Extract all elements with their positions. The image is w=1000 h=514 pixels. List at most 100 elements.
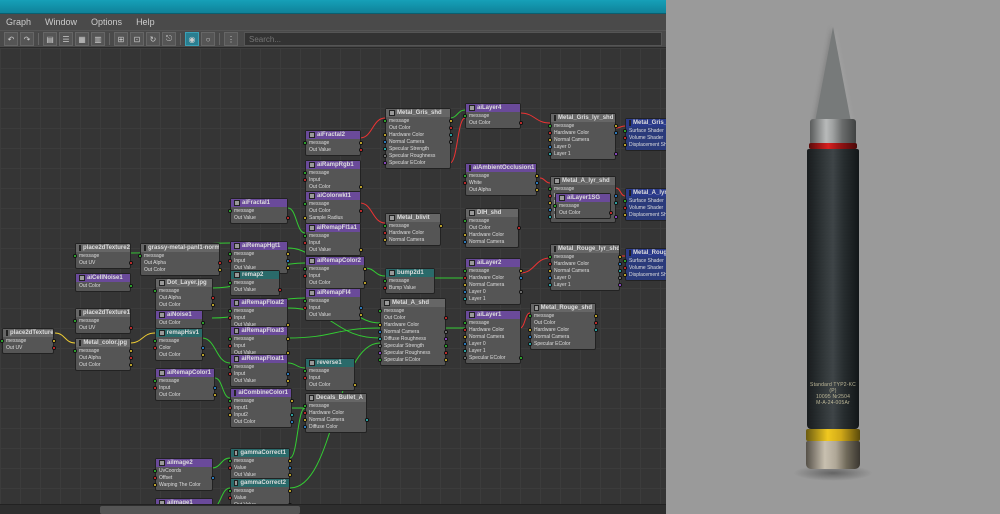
node-attribute[interactable]: Volume Shader [626, 205, 666, 212]
node-port[interactable] [378, 309, 382, 313]
node-attribute[interactable]: Hardware Color [466, 327, 520, 334]
node-aiimage1[interactable]: aiImage1UvCoordsOffsetWarping The Color [155, 498, 213, 504]
node-graph-canvas[interactable]: place2dTexture5messageOut UVplace2dTextu… [0, 48, 666, 504]
node-attribute[interactable]: Hardware Color [466, 232, 518, 239]
node-airemapfloat1[interactable]: aiRemapFloat1messageInputOut Value [230, 354, 288, 387]
node-attribute[interactable]: Hardware Color [551, 130, 615, 137]
node-port[interactable] [535, 181, 539, 185]
node-attribute[interactable]: message [551, 254, 619, 261]
node-attribute[interactable]: Layer 1 [466, 296, 520, 303]
node-attribute[interactable]: message [306, 266, 364, 273]
node-port[interactable] [153, 339, 157, 343]
node-port[interactable] [359, 209, 363, 213]
node-port[interactable] [211, 296, 215, 300]
node-port[interactable] [614, 152, 618, 156]
node-ailayer1[interactable]: aiLayer1messageHardware ColorNormal Came… [465, 310, 521, 364]
node-port[interactable] [153, 386, 157, 390]
node-place2dtexture2[interactable]: place2dTexture2messageOut UV [75, 243, 131, 269]
node-port[interactable] [303, 306, 307, 310]
node-attribute[interactable]: Out Color [306, 280, 364, 287]
node-attribute[interactable]: Specular Roughness [381, 350, 445, 357]
node-attribute[interactable]: Out Alpha [141, 260, 219, 267]
menu-graph[interactable]: Graph [6, 17, 31, 27]
node-header[interactable]: aiRemapFloat2 [231, 299, 287, 307]
node-attribute[interactable]: Hardware Color [386, 132, 450, 139]
toolbar-button[interactable]: ▤ [43, 32, 57, 46]
node-header[interactable]: reverse1 [306, 359, 354, 367]
node-header[interactable]: Decals_Bullet_A [306, 394, 366, 402]
node-port[interactable] [528, 328, 532, 332]
node-metal-gris-shd[interactable]: Metal_Gris_shdmessageOut ColorHardware C… [385, 108, 451, 169]
node-attribute[interactable]: message [306, 140, 360, 147]
node-port[interactable] [444, 330, 448, 334]
node-port[interactable] [548, 138, 552, 142]
node-port[interactable] [288, 503, 292, 504]
node-attribute[interactable]: Value [231, 495, 289, 502]
node-attribute[interactable]: Hardware Color [531, 327, 595, 334]
node-attribute[interactable]: message [231, 308, 287, 315]
node-port[interactable] [548, 194, 552, 198]
node-port[interactable] [129, 261, 133, 265]
node-port[interactable] [444, 351, 448, 355]
node-header[interactable]: remap2 [231, 271, 279, 279]
node-port[interactable] [153, 289, 157, 293]
node-attribute[interactable]: Displacement Shader [626, 142, 666, 149]
node-attribute[interactable]: Volume Shader [626, 135, 666, 142]
node-grassy-metal-panl1-normal-jpg[interactable]: grassy-metal-panl1-normal.jpgmessageOut … [140, 243, 220, 276]
node-port[interactable] [153, 483, 157, 487]
node-attribute[interactable]: Color [156, 345, 202, 352]
node-attribute[interactable]: Out UV [76, 325, 130, 332]
node-port[interactable] [548, 152, 552, 156]
toolbar-button[interactable]: ⎋ [162, 32, 176, 46]
node-port[interactable] [228, 372, 232, 376]
node-remaphsv1[interactable]: remapHsv1messageColorOut Color [155, 328, 203, 361]
node-header[interactable]: aiRemapFloat3 [231, 327, 287, 335]
node-attribute[interactable]: message [231, 251, 287, 258]
node-header[interactable]: bump2d1 [386, 269, 434, 277]
node-aiambientocclusion1[interactable]: aiAmbientOcclusion1messageWhiteOut Alpha [465, 163, 537, 196]
node-attribute[interactable]: Out Color [381, 315, 445, 322]
toolbar-button[interactable]: ↶ [4, 32, 18, 46]
node-ailayer1sg[interactable]: aiLayer1SGmessageOut Color [555, 193, 611, 219]
node-port[interactable] [618, 276, 622, 280]
node-port[interactable] [519, 269, 523, 273]
node-attribute[interactable]: message [551, 186, 615, 193]
toolbar-button[interactable]: ▥ [91, 32, 105, 46]
node-port[interactable] [228, 399, 232, 403]
node-port[interactable] [363, 267, 367, 271]
node-attribute[interactable]: Normal Camera [466, 239, 518, 246]
node-port[interactable] [548, 255, 552, 259]
window-titlebar[interactable] [0, 0, 666, 14]
toolbar-button[interactable]: ⋮ [224, 32, 238, 46]
node-port[interactable] [383, 279, 387, 283]
node-attribute[interactable]: Specular EColor [531, 341, 595, 348]
node-port[interactable] [548, 262, 552, 266]
node-metal-blivit[interactable]: Metal_blivitmessageHardware ColorNormal … [385, 213, 441, 246]
node-port[interactable] [359, 141, 363, 145]
node-port[interactable] [623, 129, 627, 133]
node-port[interactable] [288, 473, 292, 477]
menu-options[interactable]: Options [91, 17, 122, 27]
node-aicombinecolor1[interactable]: aiCombineColor1messageInput1Input2Out Co… [230, 388, 292, 428]
node-attribute[interactable]: Normal Camera [466, 334, 520, 341]
node-attribute[interactable]: message [466, 218, 518, 225]
node-port[interactable] [623, 213, 627, 217]
node-reverse1[interactable]: reverse1messageInputOut Color [305, 358, 355, 391]
node-header[interactable]: gammaCorrect1 [231, 449, 289, 457]
node-attribute[interactable]: UvCoords [156, 468, 212, 475]
node-port[interactable] [228, 496, 232, 500]
node-port[interactable] [463, 283, 467, 287]
node-port[interactable] [378, 358, 382, 362]
node-metal-rouge-shd[interactable]: Metal_Rouge_shdmessageOut ColorHardware … [530, 303, 596, 350]
node-port[interactable] [288, 466, 292, 470]
node-attribute[interactable]: Out Value [306, 147, 360, 154]
node-attribute[interactable]: Input [231, 371, 287, 378]
node-decals-bullet-a[interactable]: Decals_Bullet_AmessageHardware ColorNorm… [305, 393, 367, 433]
node-port[interactable] [228, 316, 232, 320]
node-port[interactable] [288, 459, 292, 463]
node-header[interactable]: Metal_Rouge_lyr_shd [551, 245, 619, 253]
node-port[interactable] [444, 337, 448, 341]
node-attribute[interactable]: message [141, 253, 219, 260]
node-airemapcolor2[interactable]: aiRemapColor2messageInputOut Color [305, 256, 365, 289]
node-port[interactable] [618, 269, 622, 273]
